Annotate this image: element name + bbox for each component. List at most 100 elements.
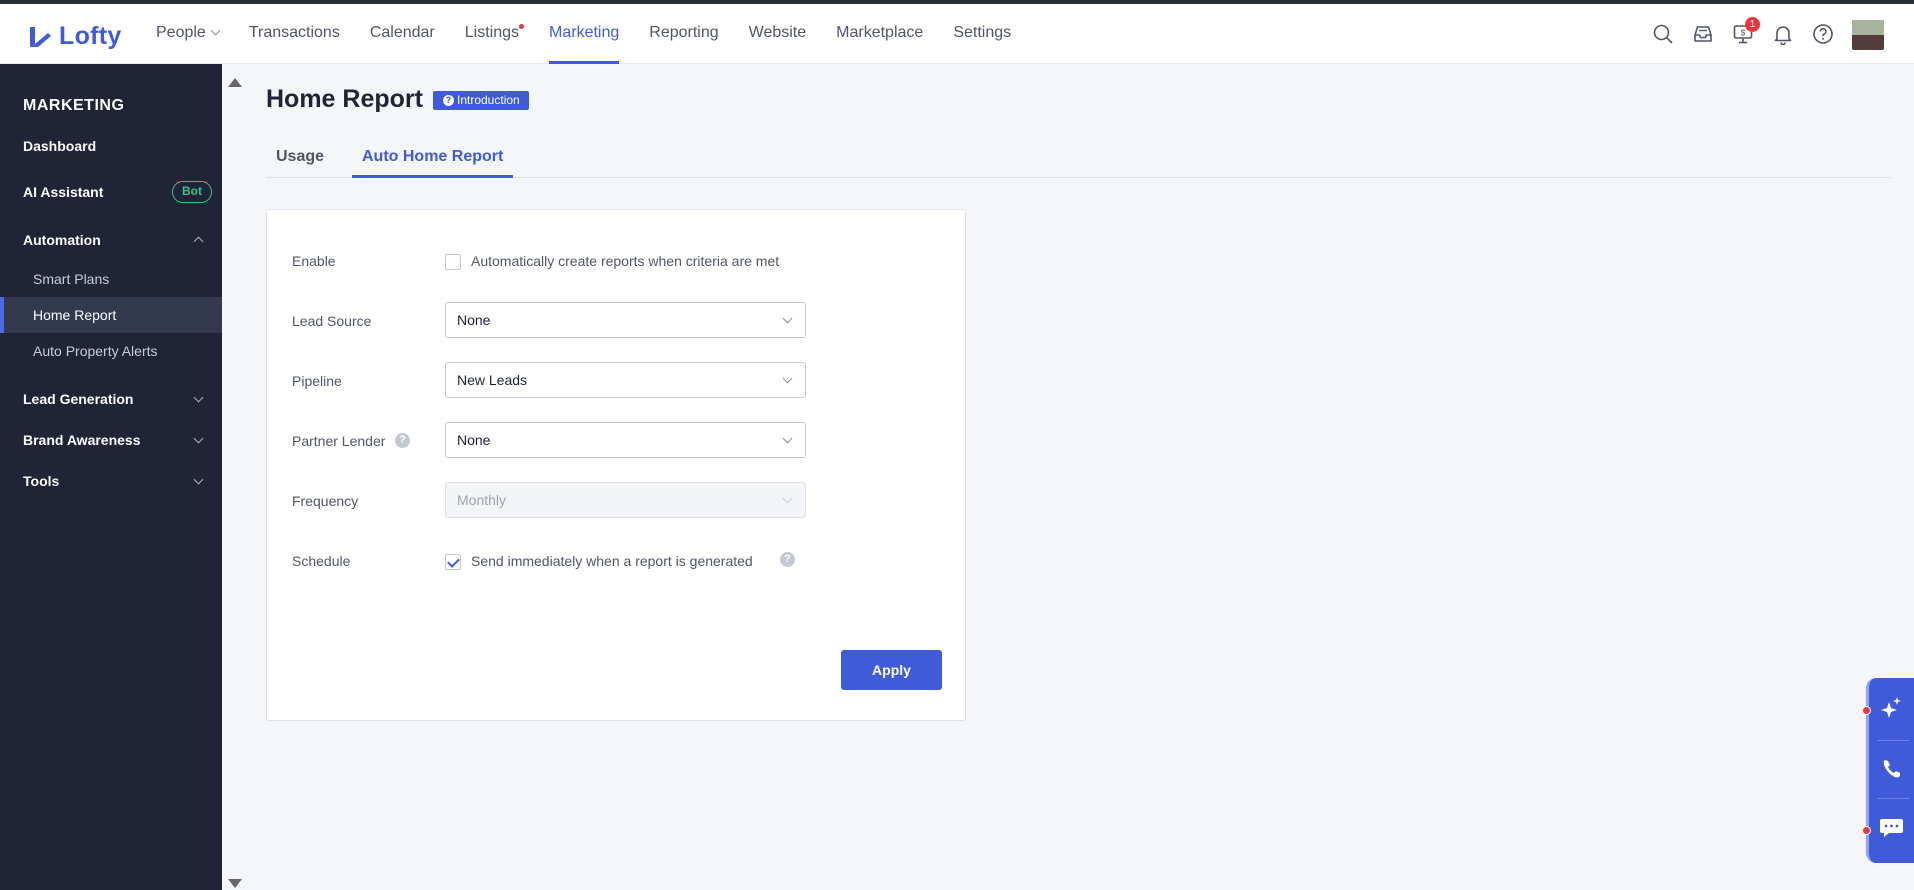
- nav-calendar-label: Calendar: [369, 24, 435, 41]
- ai-assistant-button[interactable]: [1869, 682, 1914, 738]
- scroll-down-arrow-icon[interactable]: [228, 879, 242, 888]
- schedule-label: Schedule: [292, 553, 351, 569]
- lofty-logo[interactable]: Lofty: [27, 22, 122, 51]
- nav-listings-label: Listings: [464, 24, 520, 41]
- sidebar-item-label: Brand Awareness: [23, 432, 141, 448]
- chevron-down-icon: [782, 373, 793, 384]
- sidebar-item-tools[interactable]: Tools: [0, 463, 222, 499]
- nav-transactions[interactable]: Transactions: [249, 4, 340, 64]
- question-icon: ?: [443, 95, 454, 106]
- nav-marketplace[interactable]: Marketplace: [836, 4, 923, 64]
- tab-usage[interactable]: Usage: [266, 140, 334, 178]
- sidebar-item-dashboard[interactable]: Dashboard: [0, 128, 222, 164]
- nav-website[interactable]: Website: [749, 4, 807, 64]
- notification-dot: [519, 24, 525, 29]
- nav-reporting[interactable]: Reporting: [649, 4, 718, 64]
- sidebar-item-home-report[interactable]: Home Report: [0, 297, 222, 333]
- sidebar-item-label: Smart Plans: [33, 271, 110, 287]
- enable-label: Enable: [292, 253, 336, 269]
- frequency-select: Monthly: [445, 482, 806, 518]
- inbox-icon[interactable]: [1692, 23, 1714, 45]
- nav-listings[interactable]: Listings: [464, 4, 525, 64]
- tab-auto-home-report[interactable]: Auto Home Report: [352, 140, 514, 178]
- schedule-checkbox-text: Send immediately when a report is genera…: [471, 553, 753, 569]
- sidebar-item-auto-property-alerts[interactable]: Auto Property Alerts: [0, 333, 222, 369]
- toolbar-icons: $ 1: [1652, 17, 1884, 50]
- sidebar: MARKETING Dashboard AI Assistant Bot Aut…: [0, 64, 222, 890]
- sidebar-item-ai-assistant[interactable]: AI Assistant Bot: [0, 174, 222, 210]
- tab-usage-label: Usage: [276, 148, 325, 165]
- partner-lender-text: Partner Lender: [292, 433, 386, 449]
- introduction-label: Introduction: [457, 93, 520, 107]
- chevron-down-icon: [782, 433, 793, 444]
- pipeline-value: New Leads: [457, 372, 528, 388]
- bot-badge: Bot: [172, 181, 212, 203]
- user-avatar[interactable]: [1852, 18, 1884, 50]
- bell-icon[interactable]: [1772, 23, 1794, 46]
- billing-badge: 1: [1745, 17, 1760, 32]
- sidebar-item-lead-generation[interactable]: Lead Generation: [0, 381, 222, 417]
- nav-website-label: Website: [748, 24, 807, 41]
- enable-checkbox[interactable]: [445, 254, 461, 270]
- chevron-down-icon: [782, 313, 793, 324]
- search-icon[interactable]: [1652, 23, 1674, 45]
- sidebar-item-automation[interactable]: Automation: [0, 222, 222, 258]
- chevron-down-icon: [193, 474, 204, 485]
- nav-people[interactable]: People: [156, 4, 221, 64]
- pipeline-select[interactable]: New Leads: [445, 362, 806, 398]
- billing-icon[interactable]: $ 1: [1732, 17, 1760, 45]
- nav-calendar[interactable]: Calendar: [370, 4, 435, 64]
- schedule-checkbox[interactable]: [445, 554, 461, 570]
- phone-button[interactable]: [1869, 741, 1914, 797]
- partner-lender-label: Partner Lender: [292, 433, 385, 449]
- introduction-badge[interactable]: ? Introduction: [433, 91, 529, 110]
- sidebar-item-label: Dashboard: [23, 138, 97, 154]
- nav-marketing[interactable]: Marketing: [549, 4, 620, 64]
- help-icon[interactable]: ?: [395, 433, 410, 448]
- sidebar-item-smart-plans[interactable]: Smart Plans: [0, 261, 222, 297]
- scroll-up-arrow-icon[interactable]: [228, 78, 242, 87]
- frequency-label: Frequency: [292, 493, 359, 509]
- help-icon[interactable]: ?: [780, 552, 795, 567]
- nav-settings-label: Settings: [953, 24, 1012, 41]
- nav-marketplace-label: Marketplace: [836, 24, 924, 41]
- lead-source-value: None: [457, 312, 491, 328]
- tab-bar: Usage Auto Home Report: [266, 140, 1891, 178]
- lead-source-label: Lead Source: [292, 313, 372, 329]
- nav-reporting-label: Reporting: [649, 24, 719, 41]
- chevron-down-icon: [193, 392, 204, 403]
- chevron-down-icon: [782, 493, 793, 504]
- lead-source-select[interactable]: None: [445, 302, 806, 338]
- sidebar-item-label: Tools: [23, 473, 60, 489]
- sidebar-title: MARKETING: [23, 97, 125, 114]
- sidebar-item-brand-awareness[interactable]: Brand Awareness: [0, 422, 222, 458]
- scrollbar[interactable]: [222, 64, 246, 890]
- chat-icon: [1869, 819, 1914, 859]
- partner-lender-value: None: [457, 432, 491, 448]
- main-nav: People Transactions Calendar Listings Ma…: [156, 4, 1041, 64]
- sidebar-item-label: AI Assistant: [23, 184, 104, 200]
- sidebar-item-label: Lead Generation: [23, 391, 134, 407]
- tab-auto-home-report-label: Auto Home Report: [362, 148, 504, 165]
- svg-text:$: $: [1741, 29, 1746, 38]
- floating-action-rail: [1862, 678, 1914, 863]
- chat-button[interactable]: [1869, 799, 1914, 855]
- enable-checkbox-text: Automatically create reports when criter…: [471, 253, 780, 269]
- partner-lender-select[interactable]: None: [445, 422, 806, 458]
- apply-button[interactable]: Apply: [841, 650, 942, 690]
- help-icon[interactable]: [1812, 23, 1834, 45]
- sidebar-item-label: Home Report: [33, 307, 117, 323]
- chevron-down-icon: [193, 433, 204, 444]
- page-title: Home Report: [266, 85, 423, 113]
- nav-marketing-label: Marketing: [549, 24, 620, 41]
- chevron-up-icon: [193, 236, 204, 247]
- top-navigation-bar: Lofty People Transactions Calendar Listi…: [0, 0, 1914, 64]
- sidebar-item-label: Automation: [23, 232, 101, 248]
- sidebar-item-label: Auto Property Alerts: [33, 343, 158, 359]
- nav-transactions-label: Transactions: [248, 24, 340, 41]
- nav-settings[interactable]: Settings: [953, 4, 1011, 64]
- pipeline-label: Pipeline: [292, 373, 342, 389]
- frequency-value: Monthly: [457, 492, 507, 508]
- chevron-down-icon: [210, 25, 221, 36]
- auto-home-report-form: Enable Automatically create reports when…: [266, 209, 966, 721]
